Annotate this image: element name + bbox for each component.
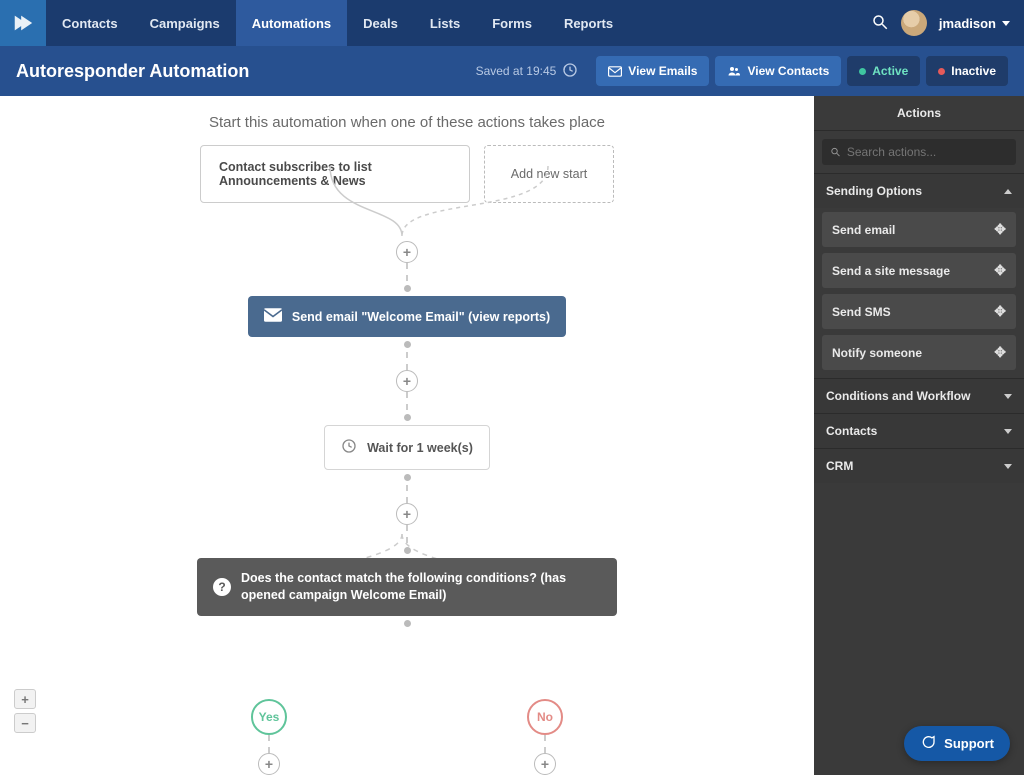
start-trigger-box[interactable]: Contact subscribes to list Announcements… bbox=[200, 145, 470, 203]
zoom-in-button[interactable]: + bbox=[14, 689, 36, 709]
section-contacts[interactable]: Contacts bbox=[814, 413, 1024, 448]
page-title: Autoresponder Automation bbox=[16, 61, 249, 82]
username-label: jmadison bbox=[939, 16, 996, 31]
chevron-down-icon bbox=[1004, 429, 1012, 434]
chevron-down-icon bbox=[1004, 394, 1012, 399]
section-crm[interactable]: CRM bbox=[814, 448, 1024, 483]
condition-block[interactable]: ? Does the contact match the following c… bbox=[197, 558, 617, 616]
wait-block[interactable]: Wait for 1 week(s) bbox=[324, 425, 490, 470]
drag-icon: ✥ bbox=[994, 344, 1006, 361]
nav-forms[interactable]: Forms bbox=[476, 0, 548, 46]
nav-deals[interactable]: Deals bbox=[347, 0, 414, 46]
view-contacts-button[interactable]: View Contacts bbox=[715, 56, 841, 86]
nav-contacts[interactable]: Contacts bbox=[46, 0, 134, 46]
automation-canvas[interactable]: Start this automation when one of these … bbox=[0, 96, 814, 775]
nav-items: Contacts Campaigns Automations Deals Lis… bbox=[46, 0, 629, 46]
search-actions-input[interactable] bbox=[822, 139, 1016, 165]
sidebar-title: Actions bbox=[814, 96, 1024, 131]
add-step-button[interactable]: + bbox=[534, 753, 556, 775]
drag-icon: ✥ bbox=[994, 303, 1006, 320]
add-step-button[interactable]: + bbox=[258, 753, 280, 775]
history-icon[interactable] bbox=[562, 62, 578, 81]
drag-icon: ✥ bbox=[994, 221, 1006, 238]
action-send-sms[interactable]: Send SMS ✥ bbox=[822, 294, 1016, 329]
action-notify-someone[interactable]: Notify someone ✥ bbox=[822, 335, 1016, 370]
sending-options-list: Send email ✥ Send a site message ✥ Send … bbox=[814, 208, 1024, 378]
saved-indicator: Saved at 19:45 bbox=[476, 62, 579, 81]
search-actions-field[interactable] bbox=[847, 145, 1008, 159]
start-prompt: Start this automation when one of these … bbox=[0, 96, 814, 131]
yes-branch[interactable]: Yes bbox=[251, 699, 287, 735]
nav-campaigns[interactable]: Campaigns bbox=[134, 0, 236, 46]
avatar[interactable] bbox=[901, 10, 927, 36]
top-nav: Contacts Campaigns Automations Deals Lis… bbox=[0, 0, 1024, 46]
sub-header: Autoresponder Automation Saved at 19:45 … bbox=[0, 46, 1024, 96]
nav-lists[interactable]: Lists bbox=[414, 0, 476, 46]
zoom-out-button[interactable]: − bbox=[14, 713, 36, 733]
action-send-email[interactable]: Send email ✥ bbox=[822, 212, 1016, 247]
view-emails-button[interactable]: View Emails bbox=[596, 56, 709, 86]
drag-icon: ✥ bbox=[994, 262, 1006, 279]
main: Start this automation when one of these … bbox=[0, 96, 1024, 775]
send-welcome-block[interactable]: Send email "Welcome Email" (view reports… bbox=[248, 296, 566, 337]
add-step-button[interactable]: + bbox=[396, 241, 418, 263]
search-icon[interactable] bbox=[871, 13, 889, 34]
connector-dot bbox=[404, 285, 411, 292]
search-icon bbox=[830, 146, 841, 158]
active-status-button[interactable]: Active bbox=[847, 56, 920, 86]
clock-icon bbox=[341, 438, 357, 457]
zoom-controls: + − bbox=[14, 689, 36, 733]
add-step-button[interactable]: + bbox=[396, 503, 418, 525]
chevron-down-icon bbox=[1004, 464, 1012, 469]
status-dot-inactive bbox=[938, 68, 945, 75]
no-branch[interactable]: No bbox=[527, 699, 563, 735]
section-conditions-workflow[interactable]: Conditions and Workflow bbox=[814, 378, 1024, 413]
section-sending-options[interactable]: Sending Options bbox=[814, 173, 1024, 208]
inactive-status-button[interactable]: Inactive bbox=[926, 56, 1008, 86]
nav-automations[interactable]: Automations bbox=[236, 0, 347, 46]
status-dot-active bbox=[859, 68, 866, 75]
question-icon: ? bbox=[213, 578, 231, 596]
nav-reports[interactable]: Reports bbox=[548, 0, 629, 46]
user-menu[interactable]: jmadison bbox=[939, 16, 1010, 31]
action-send-site-message[interactable]: Send a site message ✥ bbox=[822, 253, 1016, 288]
add-start-button[interactable]: Add new start bbox=[484, 145, 614, 203]
support-button[interactable]: Support bbox=[904, 726, 1010, 761]
chat-icon bbox=[920, 734, 936, 753]
brand-logo[interactable] bbox=[0, 0, 46, 46]
add-step-button[interactable]: + bbox=[396, 370, 418, 392]
chevron-up-icon bbox=[1004, 189, 1012, 194]
chevron-down-icon bbox=[1002, 21, 1010, 26]
mail-icon bbox=[264, 308, 282, 325]
actions-sidebar: Actions Sending Options Send email ✥ Sen… bbox=[814, 96, 1024, 775]
